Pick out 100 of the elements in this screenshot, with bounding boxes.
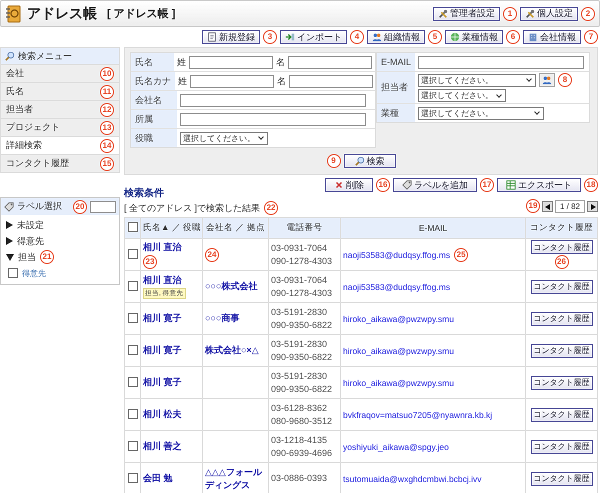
- checkbox[interactable]: [128, 280, 138, 290]
- email-link[interactable]: hiroko_aikawa@pwzwpy.smu: [343, 314, 454, 324]
- checkbox[interactable]: [128, 440, 138, 450]
- dropdown[interactable]: 選択してください。: [418, 89, 506, 102]
- phone-number: 03-1218-4135: [271, 434, 328, 446]
- previous-page-button[interactable]: [542, 200, 553, 212]
- email-link[interactable]: hiroko_aikawa@pwzwpy.smu: [343, 346, 454, 356]
- number-callout: 24: [205, 248, 219, 262]
- number-callout: 18: [584, 178, 598, 192]
- dropdown[interactable]: 選択してください。: [180, 132, 268, 144]
- tree-item[interactable]: 得意先: [17, 234, 44, 248]
- contact-name-link[interactable]: 相川 直治: [143, 240, 182, 254]
- toolbar-button[interactable]: 組織情報: [367, 30, 425, 44]
- field-label: 姓: [177, 56, 186, 68]
- toolbar-button[interactable]: インポート: [280, 30, 347, 44]
- contact-history-button[interactable]: コンタクト履歴: [530, 344, 592, 358]
- label-link[interactable]: 得意先: [22, 268, 46, 278]
- toolbar-button[interactable]: 新規登録: [202, 30, 260, 44]
- settings-button[interactable]: 個人設定: [520, 6, 578, 20]
- dropdown[interactable]: 選択してください。: [418, 74, 536, 86]
- contact-history-button[interactable]: コンタクト履歴: [530, 280, 592, 294]
- toolbar-button[interactable]: 会社情報: [523, 30, 581, 44]
- contact-history-button[interactable]: コンタクト履歴: [530, 408, 592, 422]
- contact-name-link[interactable]: 相川 直治: [143, 274, 182, 287]
- column-header: E-MAIL: [340, 218, 526, 238]
- tree-item[interactable]: 担当: [18, 250, 36, 264]
- phone-number: 090-1278-4303: [271, 254, 334, 268]
- checkbox[interactable]: [128, 222, 138, 232]
- people-picker-button[interactable]: [539, 73, 555, 87]
- checkbox[interactable]: [8, 268, 18, 278]
- column-header: コンタクト履歴: [526, 218, 598, 238]
- contact-history-button[interactable]: コンタクト履歴: [530, 376, 592, 390]
- input-field[interactable]: [289, 74, 373, 88]
- collapsed-arrow-icon[interactable]: [6, 237, 13, 245]
- menu-title: 検索メニュー: [18, 50, 72, 62]
- checkbox[interactable]: [128, 312, 138, 322]
- number-callout: 19: [526, 199, 540, 213]
- number-callout: 11: [100, 84, 114, 98]
- number-callout: 1: [503, 6, 517, 20]
- number-callout: 23: [143, 254, 157, 268]
- input-field[interactable]: [90, 200, 116, 212]
- action-button[interactable]: 削除: [325, 178, 373, 192]
- input-field[interactable]: [180, 94, 366, 106]
- field-label: 業種: [377, 104, 415, 122]
- spreadsheet-icon: [506, 180, 516, 190]
- phone-number: 090-9350-6822: [271, 318, 334, 332]
- checkbox[interactable]: [128, 408, 138, 418]
- checkbox[interactable]: [128, 248, 138, 258]
- input-field[interactable]: [288, 56, 372, 68]
- dropdown[interactable]: 選択してください。: [418, 106, 544, 120]
- settings-button[interactable]: 管理者設定: [433, 6, 500, 20]
- tree-item[interactable]: 未設定: [17, 218, 44, 232]
- phone-number: 03-6128-8362: [271, 402, 328, 414]
- menu-item[interactable]: 会社 10: [1, 64, 119, 82]
- page-indicator[interactable]: 1 / 82: [554, 200, 585, 212]
- email-link[interactable]: hiroko_aikawa@pwzwpy.smu: [343, 378, 454, 388]
- number-callout: 8: [558, 73, 572, 87]
- input-field[interactable]: [180, 112, 366, 126]
- input-field[interactable]: [418, 56, 584, 68]
- field-label: 氏名: [131, 53, 174, 71]
- phone-number: 03-5191-2830: [271, 338, 328, 350]
- contact-history-button[interactable]: コンタクト履歴: [530, 240, 592, 254]
- phone-number: 03-0931-7064: [271, 242, 328, 254]
- tag-icon: [4, 202, 14, 212]
- action-button[interactable]: ラベルを追加: [393, 178, 477, 192]
- number-callout: 15: [100, 156, 114, 170]
- number-callout: 20: [73, 200, 87, 214]
- contact-history-button[interactable]: コンタクト履歴: [530, 472, 592, 486]
- phone-number: 090-9350-6822: [271, 382, 334, 396]
- number-callout: 7: [584, 30, 598, 44]
- number-callout: 17: [480, 178, 494, 192]
- toolbar-button[interactable]: 業種情報: [445, 30, 503, 44]
- next-page-button[interactable]: [587, 200, 598, 212]
- people-icon: [372, 32, 382, 42]
- arrow-icon: [285, 32, 295, 42]
- email-link[interactable]: naoji53583@dudqsy.ffog.ms: [343, 250, 450, 260]
- menu-item[interactable]: 氏名 11: [1, 82, 119, 100]
- contact-history-button[interactable]: コンタクト履歴: [530, 312, 592, 326]
- menu-item[interactable]: 詳細検索 14: [1, 136, 119, 154]
- menu-item[interactable]: 担当者 12: [1, 100, 119, 118]
- number-callout: 16: [376, 178, 390, 192]
- checkbox[interactable]: [128, 376, 138, 386]
- email-link[interactable]: yoshiyuki_aikawa@spgy.jeo: [343, 442, 449, 452]
- action-button[interactable]: エクスポート: [497, 178, 581, 192]
- page-subtitle: [ アドレス帳 ]: [107, 7, 176, 21]
- checkbox[interactable]: [128, 344, 138, 354]
- number-callout: 21: [40, 250, 54, 264]
- contact-history-button[interactable]: コンタクト履歴: [530, 440, 592, 454]
- menu-item[interactable]: コンタクト履歴 15: [1, 154, 119, 172]
- input-field[interactable]: [190, 74, 274, 88]
- search-button[interactable]: 検索: [344, 154, 396, 168]
- checkbox[interactable]: [128, 472, 138, 482]
- expanded-arrow-icon[interactable]: [6, 254, 14, 260]
- collapsed-arrow-icon[interactable]: [6, 221, 13, 229]
- phone-number: 03-5191-2830: [271, 306, 328, 318]
- email-link[interactable]: naoji53583@dudqsy.ffog.ms: [343, 282, 450, 292]
- phone-number: 03-5191-2830: [271, 370, 328, 382]
- input-field[interactable]: [189, 56, 273, 68]
- address-book-icon: [5, 4, 21, 22]
- menu-item[interactable]: プロジェクト 13: [1, 118, 119, 136]
